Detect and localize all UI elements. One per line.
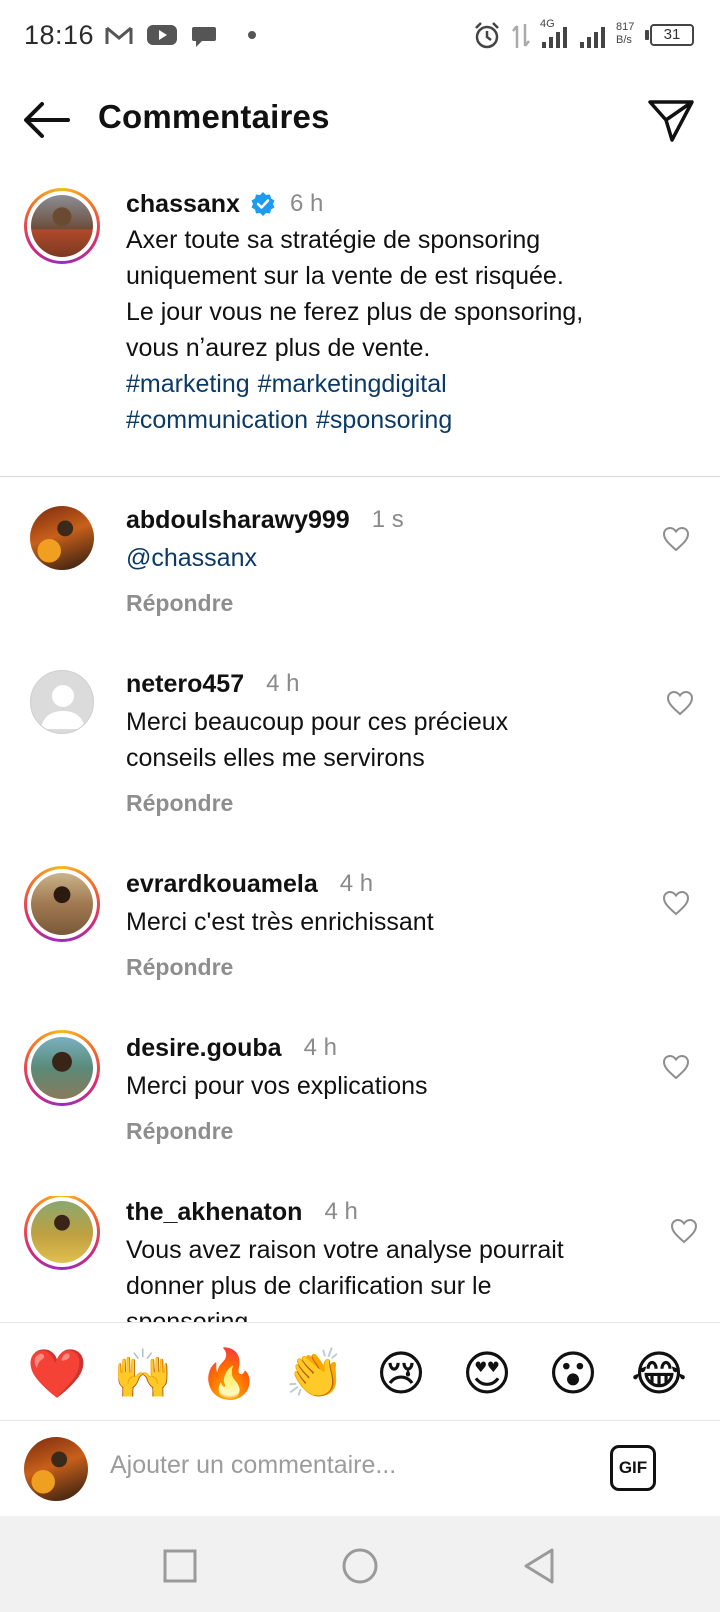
signal-icon <box>580 27 605 48</box>
comment-time: 4 h <box>339 870 374 897</box>
comment-text: Vous avez raison votre analyse pourrait … <box>126 1232 646 1322</box>
comment-text-line: Merci beaucoup pour ces précieux <box>126 708 509 736</box>
emoji-surprised[interactable]: 😮 <box>543 1347 603 1403</box>
default-avatar-icon <box>41 685 85 729</box>
status-time: 18:16 <box>24 20 95 50</box>
avatar[interactable] <box>24 866 100 942</box>
comment-item: the_akhenaton 4 h Vous avez raison votre… <box>0 1196 720 1322</box>
comment-username[interactable]: the_akhenaton <box>126 1198 302 1227</box>
alarm-icon <box>475 22 499 49</box>
reply-button[interactable]: Répondre <box>126 1118 646 1145</box>
emoji-quick-bar: ❤️ 🙌 🔥 👏 😢 😍 😮 😂 <box>0 1322 720 1420</box>
divider <box>0 476 720 477</box>
gif-button[interactable]: GIF <box>610 1445 656 1491</box>
comment-username[interactable]: netero457 <box>126 670 244 699</box>
hashtag-link[interactable]: #sponsoring <box>316 406 452 434</box>
avatar-image <box>31 1201 93 1263</box>
comment-username[interactable]: evrardkouamela <box>126 870 318 899</box>
notification-dot <box>248 31 256 39</box>
hashtag-line: #communication #sponsoring <box>126 402 696 438</box>
comment-text-line: Vous avez raison votre analyse pourrait <box>126 1236 564 1264</box>
comment-username[interactable]: abdoulsharawy999 <box>126 506 350 535</box>
comment-time: 1 s <box>371 506 404 533</box>
back-arrow-icon[interactable] <box>20 98 76 142</box>
avatar-image <box>31 195 93 257</box>
comment-body: evrardkouamela 4 h Merci c'est très enri… <box>126 868 646 981</box>
mention-link[interactable]: @chassanx <box>126 544 257 572</box>
avatar[interactable] <box>30 670 94 734</box>
reply-button[interactable]: Répondre <box>126 954 646 981</box>
verified-badge-icon <box>251 192 275 216</box>
comment-body: netero457 4 h Merci beaucoup pour ces pr… <box>126 668 646 817</box>
comment-input[interactable]: Ajouter un commentaire... <box>110 1451 396 1480</box>
emoji-crying[interactable]: 😢 <box>371 1347 431 1403</box>
comment-body: desire.gouba 4 h Merci pour vos explicat… <box>126 1032 646 1145</box>
header: Commentaires <box>0 80 720 160</box>
like-heart-icon[interactable] <box>662 526 690 552</box>
recent-apps-icon[interactable] <box>160 1546 200 1586</box>
comment-input-bar: Ajouter un commentaire... GIF <box>0 1420 720 1516</box>
like-heart-icon[interactable] <box>666 690 694 716</box>
emoji-laughing[interactable]: 😂 <box>629 1347 689 1403</box>
gmail-icon <box>105 26 133 44</box>
comment-text: Merci c'est très enrichissant <box>126 908 434 936</box>
comment-text: Merci beaucoup pour ces précieux conseil… <box>126 704 646 776</box>
comment-username[interactable]: desire.gouba <box>126 1034 282 1063</box>
comment-time: 4 h <box>266 670 300 697</box>
comment-body: the_akhenaton 4 h Vous avez raison votre… <box>126 1196 646 1323</box>
hashtag-link[interactable]: #marketingdigital <box>258 370 447 398</box>
reply-button[interactable]: Répondre <box>126 790 646 817</box>
comment-body: abdoulsharawy999 1 s @chassanx Répondre <box>126 504 646 617</box>
caption-line: uniquement sur la vente de est risquée. <box>126 262 564 290</box>
comment-text: Merci pour vos explications <box>126 1072 428 1100</box>
avatar-image <box>31 1037 93 1099</box>
home-icon[interactable] <box>340 1546 380 1586</box>
emoji-fire[interactable]: 🔥 <box>199 1347 259 1403</box>
emoji-clapping[interactable]: 👏 <box>285 1347 345 1403</box>
avatar[interactable] <box>24 188 100 264</box>
back-icon[interactable] <box>520 1546 560 1586</box>
comment-time: 4 h <box>303 1034 337 1061</box>
caption-line: vous nʼaurez plus de vente. <box>126 334 431 362</box>
messages-icon <box>192 27 216 47</box>
signal-icon <box>542 27 567 48</box>
battery-icon: 31 <box>650 24 694 46</box>
youtube-icon <box>147 25 177 45</box>
page-title: Commentaires <box>98 98 330 135</box>
emoji-raised-hands[interactable]: 🙌 <box>113 1347 173 1403</box>
avatar-image <box>31 873 93 935</box>
caption-username[interactable]: chassanx <box>126 190 240 219</box>
hashtag-link[interactable]: #marketing <box>126 370 250 398</box>
emoji-heart[interactable]: ❤️ <box>27 1347 87 1403</box>
comment-text-line: sponsoring <box>126 1308 249 1322</box>
comment-time: 4 h <box>324 1198 358 1225</box>
net-speed: 817 B/s <box>616 21 634 47</box>
data-arrows-icon <box>512 24 530 48</box>
like-heart-icon[interactable] <box>670 1218 698 1244</box>
comment-text: @chassanx <box>126 540 646 576</box>
reply-button[interactable]: Répondre <box>126 590 646 617</box>
caption-body: chassanx 6 h Axer toute sa stratégie de … <box>126 188 696 438</box>
net-speed-value: 817 <box>616 21 635 33</box>
emoji-heart-eyes[interactable]: 😍 <box>457 1347 517 1403</box>
caption-time: 6 h <box>289 190 324 217</box>
avatar <box>24 1437 88 1501</box>
caption-line: Le jour vous ne ferez plus de sponsoring… <box>126 298 584 326</box>
avatar[interactable] <box>24 1030 100 1106</box>
caption-line: Axer toute sa stratégie de sponsoring <box>126 226 541 254</box>
net-speed-unit: B/s <box>616 34 632 46</box>
avatar[interactable] <box>24 1196 100 1270</box>
like-heart-icon[interactable] <box>662 1054 690 1080</box>
system-nav-bar <box>0 1516 720 1612</box>
send-icon[interactable] <box>646 96 696 146</box>
hashtag-line: #marketing #marketingdigital <box>126 366 696 402</box>
comment-text-line: conseils elles me servirons <box>126 744 425 772</box>
avatar[interactable] <box>30 506 94 570</box>
battery-tip <box>645 30 649 40</box>
comment-text-line: donner plus de clarification sur le <box>126 1272 492 1300</box>
status-bar: 18:16 4G 817 B/s 31 <box>0 0 720 72</box>
hashtag-link[interactable]: #communication <box>126 406 308 434</box>
like-heart-icon[interactable] <box>662 890 690 916</box>
caption-header: chassanx 6 h <box>126 188 696 220</box>
